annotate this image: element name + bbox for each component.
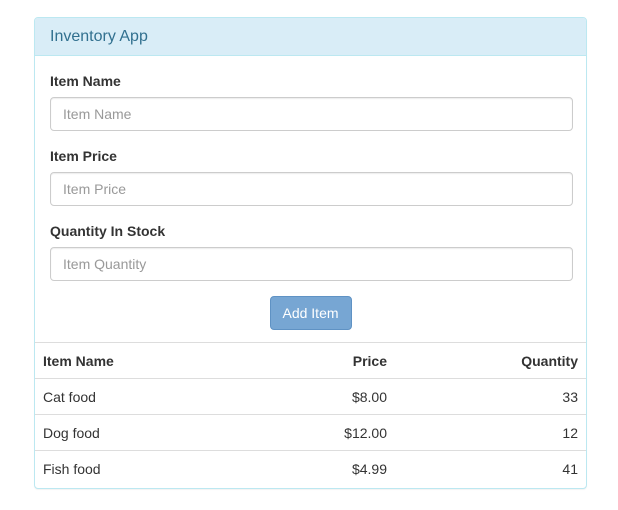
button-row: Add Item <box>50 296 571 331</box>
header-quantity: Quantity <box>395 342 586 379</box>
cell-price: $8.00 <box>235 378 395 415</box>
panel-heading: Inventory App <box>35 18 586 56</box>
item-price-label: Item Price <box>50 148 117 164</box>
header-price: Price <box>235 342 395 379</box>
quantity-input[interactable] <box>50 247 573 281</box>
add-item-form: Item Name Item Price Quantity In Stock A… <box>35 56 586 331</box>
cell-price: $4.99 <box>235 450 395 487</box>
item-price-group: Item Price <box>50 146 573 206</box>
quantity-group: Quantity In Stock <box>50 221 573 281</box>
cell-quantity: 33 <box>395 378 586 415</box>
header-item-name: Item Name <box>35 342 235 379</box>
cell-item-name: Fish food <box>35 450 235 487</box>
cell-quantity: 41 <box>395 450 586 487</box>
table-row: Fish food $4.99 41 <box>35 450 586 487</box>
inventory-table: Item Name Price Quantity Cat food $8.00 … <box>35 342 586 487</box>
item-name-label: Item Name <box>50 73 121 89</box>
table-header-row: Item Name Price Quantity <box>35 342 586 379</box>
cell-item-name: Dog food <box>35 414 235 451</box>
cell-item-name: Cat food <box>35 378 235 415</box>
add-item-button[interactable]: Add Item <box>269 296 352 330</box>
cell-price: $12.00 <box>235 414 395 451</box>
table-row: Cat food $8.00 33 <box>35 378 586 415</box>
inventory-panel: Inventory App Item Name Item Price Quant… <box>34 17 587 489</box>
cell-quantity: 12 <box>395 414 586 451</box>
app-title: Inventory App <box>50 28 148 45</box>
item-price-input[interactable] <box>50 172 573 206</box>
item-name-input[interactable] <box>50 97 573 131</box>
quantity-label: Quantity In Stock <box>50 223 166 239</box>
table-row: Dog food $12.00 12 <box>35 414 586 451</box>
item-name-group: Item Name <box>50 71 573 131</box>
